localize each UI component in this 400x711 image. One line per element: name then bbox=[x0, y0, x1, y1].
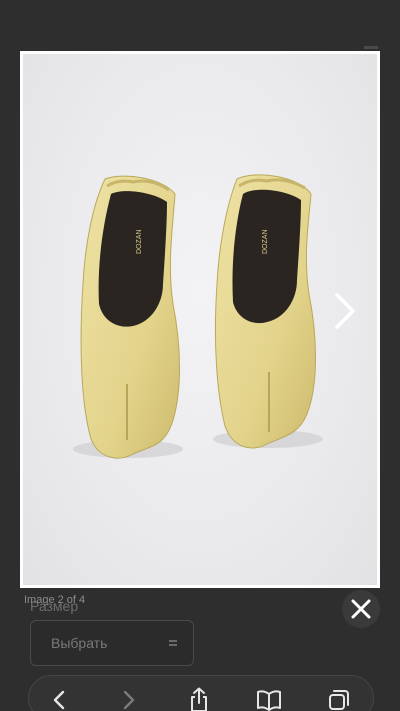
bookmarks-button[interactable] bbox=[255, 686, 283, 711]
tabs-button[interactable] bbox=[325, 686, 353, 711]
product-photo: DOZAN DOZAN bbox=[23, 54, 377, 585]
page-menu-icon bbox=[364, 46, 378, 49]
close-lightbox-button[interactable] bbox=[342, 590, 380, 628]
size-select[interactable]: Выбрать bbox=[30, 620, 194, 666]
back-button[interactable] bbox=[45, 686, 73, 711]
shoes-illustration: DOZAN DOZAN bbox=[73, 174, 323, 459]
share-icon bbox=[191, 687, 207, 711]
chevron-left-icon bbox=[53, 690, 65, 710]
close-icon bbox=[351, 599, 371, 619]
browser-toolbar bbox=[28, 675, 374, 711]
select-handle-icon bbox=[169, 640, 179, 646]
image-counter: Image 2 of 4 bbox=[24, 594, 86, 606]
size-select-value: Выбрать bbox=[51, 635, 108, 651]
left-shoe: DOZAN bbox=[73, 175, 183, 459]
chevron-right-icon bbox=[123, 690, 135, 710]
right-shoe-brand: DOZAN bbox=[262, 230, 269, 255]
lightbox-image-frame: DOZAN DOZAN bbox=[20, 51, 380, 588]
tabs-icon bbox=[329, 690, 349, 710]
book-icon bbox=[257, 690, 281, 711]
share-button[interactable] bbox=[185, 686, 213, 711]
next-image-button[interactable] bbox=[330, 290, 360, 332]
left-shoe-brand: DOZAN bbox=[136, 230, 143, 255]
forward-button[interactable] bbox=[115, 686, 143, 711]
chevron-right-icon bbox=[335, 293, 355, 329]
right-shoe: DOZAN bbox=[213, 174, 323, 449]
